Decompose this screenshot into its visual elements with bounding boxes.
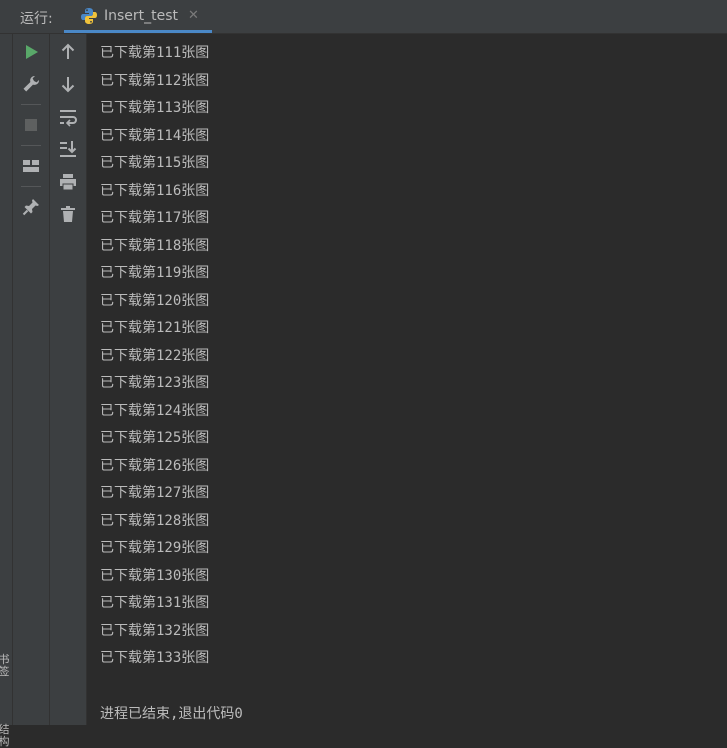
toolbar-divider xyxy=(21,145,41,146)
console-line: 已下载第130张图 xyxy=(100,567,210,584)
run-toolbar-secondary xyxy=(50,34,87,725)
console-line: 已下载第112张图 xyxy=(100,72,210,89)
console-line: 已下载第111张图 xyxy=(100,45,210,61)
run-icon[interactable] xyxy=(21,42,41,62)
toolbar-divider xyxy=(21,186,41,187)
wrench-icon[interactable] xyxy=(21,74,41,94)
stop-icon[interactable] xyxy=(21,115,41,135)
tab-label: Insert_test xyxy=(104,8,179,24)
console-line: 已下载第131张图 xyxy=(100,595,210,611)
console-line: 已下载第124张图 xyxy=(100,402,210,419)
console-line: 已下载第122张图 xyxy=(100,347,210,364)
console-line: 已下载第121张图 xyxy=(100,320,210,336)
run-tool-header: 运行: Insert_test ✕ xyxy=(0,0,727,34)
console-line: 已下载第114张图 xyxy=(100,127,210,144)
down-arrow-icon[interactable] xyxy=(58,74,78,94)
console-line: 已下载第128张图 xyxy=(100,512,210,529)
tab-insert-test[interactable]: Insert_test ✕ xyxy=(64,0,212,33)
scroll-to-end-icon[interactable] xyxy=(58,139,78,159)
console-line: 已下载第126张图 xyxy=(100,457,210,474)
run-label: 运行: xyxy=(20,11,53,27)
console-line: 已下载第127张图 xyxy=(100,485,210,501)
structure-strip-label[interactable]: 结构 xyxy=(0,724,11,748)
console-output[interactable]: 已下载第111张图 已下载第112张图 已下载第113张图 已下载第114张图 已下载第… xyxy=(87,34,727,725)
toolbar-divider xyxy=(21,104,41,105)
console-line: 已下载第125张图 xyxy=(100,430,210,446)
pin-icon[interactable] xyxy=(21,197,41,217)
print-icon[interactable] xyxy=(58,172,78,192)
console-line: 已下载第117张图 xyxy=(100,210,210,226)
console-line: 已下载第129张图 xyxy=(100,540,210,556)
exit-message: 进程已结束,退出代码0 xyxy=(100,706,243,722)
console-line: 已下载第133张图 xyxy=(100,650,210,666)
console-line: 已下载第119张图 xyxy=(100,265,210,281)
console-line: 已下载第115张图 xyxy=(100,155,210,171)
left-side-strip: 书签 结构 xyxy=(0,34,13,748)
console-line: 已下载第132张图 xyxy=(100,622,210,639)
trash-icon[interactable] xyxy=(58,204,78,224)
console-line: 已下载第113张图 xyxy=(100,100,210,116)
python-icon xyxy=(81,8,97,24)
bookmarks-strip-label[interactable]: 书签 xyxy=(0,654,11,678)
soft-wrap-icon[interactable] xyxy=(58,107,78,127)
console-line: 已下载第116张图 xyxy=(100,182,210,199)
close-icon[interactable]: ✕ xyxy=(188,8,199,23)
console-line: 已下载第118张图 xyxy=(100,237,210,254)
console-line: 已下载第120张图 xyxy=(100,292,210,309)
console-line: 已下载第123张图 xyxy=(100,375,210,391)
up-arrow-icon[interactable] xyxy=(58,42,78,62)
layout-icon[interactable] xyxy=(21,156,41,176)
run-toolbar-primary xyxy=(13,34,50,725)
